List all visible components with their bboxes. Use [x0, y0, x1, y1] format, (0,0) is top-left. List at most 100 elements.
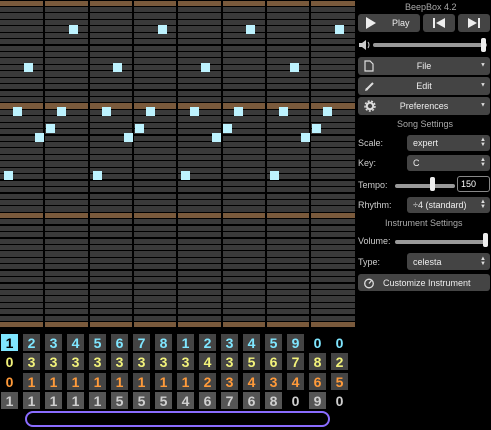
pattern-cell[interactable]: 0 [309, 334, 326, 351]
note[interactable] [145, 107, 155, 116]
note[interactable] [69, 25, 78, 34]
pattern-cell[interactable]: 3 [111, 353, 128, 370]
note[interactable] [212, 133, 221, 142]
pattern-cell[interactable]: 3 [45, 353, 62, 370]
note[interactable] [234, 107, 243, 116]
pattern-cell[interactable]: 0 [1, 353, 18, 370]
tempo-slider[interactable] [429, 177, 435, 191]
pattern-cell[interactable]: 1 [155, 373, 172, 390]
previous-bar-button[interactable] [423, 14, 455, 32]
note[interactable] [157, 25, 167, 34]
pattern-cell[interactable]: 1 [67, 373, 84, 390]
pattern-cell[interactable]: 1 [111, 373, 128, 390]
pattern-cell[interactable]: 5 [265, 334, 282, 351]
key-select[interactable]: C ▲ ▼ [407, 155, 490, 171]
play-button[interactable]: Play [358, 14, 420, 32]
pattern-cell[interactable]: 3 [45, 334, 62, 351]
note[interactable] [57, 107, 66, 116]
pattern-cell[interactable]: 5 [155, 392, 172, 409]
note[interactable] [123, 133, 133, 142]
pattern-cell[interactable]: 1 [23, 373, 40, 390]
note[interactable] [190, 107, 199, 116]
pattern-cell[interactable]: 1 [45, 392, 62, 409]
pattern-cell[interactable]: 1 [1, 392, 18, 409]
pattern-scrollbar[interactable] [25, 411, 330, 427]
instrument-volume-slider[interactable] [482, 233, 488, 247]
pattern-cell[interactable]: 8 [309, 353, 326, 370]
note[interactable] [35, 133, 44, 142]
pattern-cell[interactable]: 7 [221, 392, 238, 409]
scale-select[interactable]: expert ▲ ▼ [407, 135, 490, 151]
pattern-cell[interactable]: 7 [287, 353, 304, 370]
note[interactable] [46, 124, 55, 133]
pattern-cell[interactable]: 0 [331, 334, 348, 351]
pattern-cell[interactable]: 1 [133, 373, 150, 390]
note[interactable] [181, 171, 190, 180]
pattern-cell[interactable]: 0 [287, 392, 304, 409]
master-volume-track[interactable] [373, 43, 487, 47]
pattern-cell[interactable]: 1 [23, 392, 40, 409]
pattern-cell[interactable]: 1 [1, 334, 18, 351]
pattern-cell[interactable]: 4 [177, 392, 194, 409]
pattern-cell[interactable]: 3 [177, 353, 194, 370]
pattern-cell[interactable]: 8 [265, 392, 282, 409]
pattern-cell[interactable]: 3 [221, 353, 238, 370]
pattern-cell[interactable]: 6 [243, 392, 260, 409]
note[interactable] [289, 63, 299, 72]
pattern-cell[interactable]: 3 [133, 353, 150, 370]
note[interactable] [269, 171, 279, 180]
note[interactable] [223, 124, 232, 133]
pattern-cell[interactable]: 6 [265, 353, 282, 370]
pattern-cell[interactable]: 1 [89, 392, 106, 409]
pattern-cell[interactable]: 4 [243, 373, 260, 390]
pattern-cell[interactable]: 5 [89, 334, 106, 351]
pattern-cell[interactable]: 3 [221, 334, 238, 351]
pattern-cell[interactable]: 3 [23, 353, 40, 370]
pattern-cell[interactable]: 4 [243, 334, 260, 351]
pattern-cell[interactable]: 4 [287, 373, 304, 390]
file-menu[interactable]: File ▼ [358, 57, 490, 75]
pattern-cell[interactable]: 1 [89, 373, 106, 390]
pattern-cell[interactable]: 4 [199, 353, 216, 370]
pattern-cell[interactable]: 5 [243, 353, 260, 370]
note[interactable] [24, 63, 33, 72]
note[interactable] [246, 25, 255, 34]
note[interactable] [201, 63, 210, 72]
pattern-cell[interactable]: 0 [331, 392, 348, 409]
pattern-cell[interactable]: 1 [67, 392, 84, 409]
tempo-input[interactable]: 150 [457, 176, 490, 192]
pattern-cell[interactable]: 8 [155, 334, 172, 351]
note[interactable] [92, 171, 102, 180]
pattern-cell[interactable]: 9 [309, 392, 326, 409]
pattern-cell[interactable]: 5 [133, 392, 150, 409]
pattern-cell[interactable]: 5 [111, 392, 128, 409]
pattern-cell[interactable]: 2 [331, 353, 348, 370]
pattern-cell[interactable]: 6 [309, 373, 326, 390]
pattern-cell[interactable]: 0 [1, 373, 18, 390]
preferences-menu[interactable]: Preferences ▼ [358, 97, 490, 115]
note[interactable] [134, 124, 144, 133]
instrument-volume-track[interactable] [395, 240, 487, 244]
instrument-type-select[interactable]: celesta ▲ ▼ [407, 253, 490, 270]
note[interactable] [112, 63, 122, 72]
pattern-cell[interactable]: 2 [199, 373, 216, 390]
pattern-cell[interactable]: 3 [265, 373, 282, 390]
pattern-cell[interactable]: 5 [331, 373, 348, 390]
pattern-cell[interactable]: 7 [133, 334, 150, 351]
pattern-cell[interactable]: 2 [23, 334, 40, 351]
pattern-cell[interactable]: 4 [67, 334, 84, 351]
customize-instrument-button[interactable]: Customize Instrument [358, 274, 490, 291]
piano-roll[interactable] [0, 0, 355, 330]
pattern-cell[interactable]: 6 [111, 334, 128, 351]
note[interactable] [311, 124, 321, 133]
pattern-cell[interactable]: 1 [177, 373, 194, 390]
note[interactable] [334, 25, 344, 34]
pattern-cell[interactable]: 3 [155, 353, 172, 370]
master-volume-slider[interactable] [481, 38, 487, 52]
rhythm-select[interactable]: ÷4 (standard) ▲ ▼ [407, 197, 490, 213]
pattern-cell[interactable]: 1 [45, 373, 62, 390]
pattern-cell[interactable]: 3 [67, 353, 84, 370]
tempo-slider-track[interactable] [395, 184, 455, 188]
pattern-cell[interactable]: 3 [221, 373, 238, 390]
note[interactable] [300, 133, 310, 142]
